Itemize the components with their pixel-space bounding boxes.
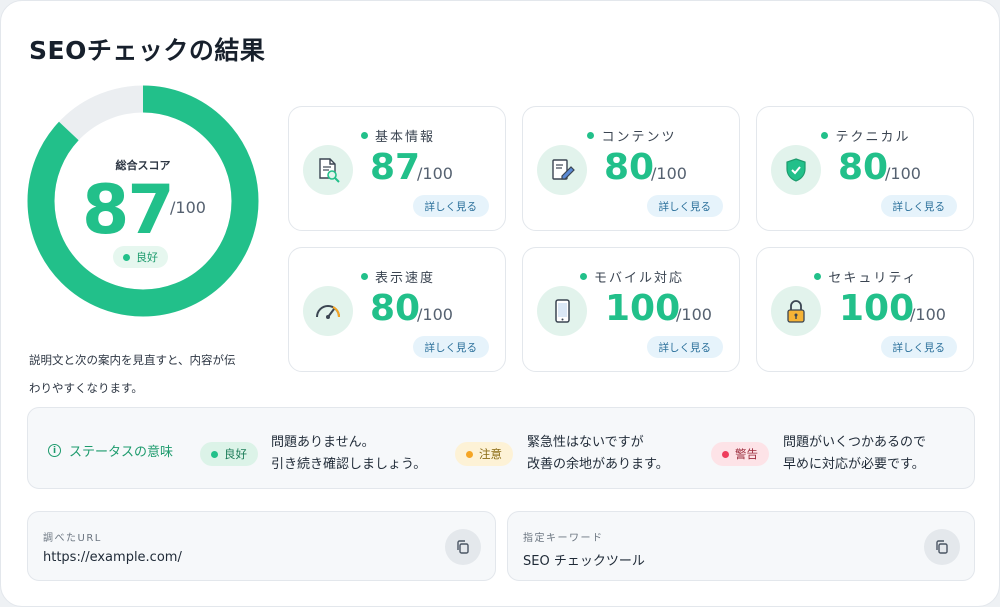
- url-label: 調べたURL: [43, 533, 102, 544]
- status-description-good: 問題ありません。 引き続き確認しましょう。: [271, 432, 426, 476]
- metric-title-text: モバイル対応: [593, 271, 684, 286]
- metric-score: 100: [839, 288, 915, 329]
- copy-url-button[interactable]: [445, 529, 481, 565]
- checked-url-box: 調べたURL https://example.com/: [27, 511, 496, 581]
- status-pill-label: 良好: [224, 447, 247, 461]
- info-icon: i: [48, 444, 61, 457]
- metric-title-text: 基本情報: [374, 130, 435, 145]
- status-dot-icon: [211, 450, 218, 458]
- metric-tile-mobile: モバイル対応 100 /100 詳しく見る: [522, 247, 740, 372]
- overall-status-text: 良好: [136, 251, 158, 264]
- copy-icon: [936, 540, 948, 554]
- speedometer-icon: [303, 286, 353, 336]
- description-line: 問題がいくつかあるので: [783, 435, 927, 450]
- overall-score-ring: 総合スコア 87 /100 良好: [27, 85, 259, 317]
- page-title: SEOチェックの結果: [29, 36, 266, 65]
- status-dot-icon: [814, 273, 822, 280]
- metric-max: /100: [676, 305, 712, 324]
- document-search-icon: [303, 145, 353, 195]
- status-dot-icon: [821, 132, 829, 139]
- metric-tile-content: コンテンツ 80 /100 詳しく見る: [522, 106, 740, 231]
- status-description-warning: 問題がいくつかあるので 早めに対応が必要です。: [783, 432, 926, 476]
- overall-score-max: /100: [170, 198, 206, 217]
- metric-score: 80: [370, 288, 421, 329]
- metric-title: 表示速度: [289, 267, 507, 286]
- status-dot-icon: [360, 273, 368, 280]
- metric-title-text: 表示速度: [374, 271, 435, 286]
- lock-icon: [771, 286, 821, 336]
- overall-score-value: 87: [82, 171, 175, 250]
- status-pill-label: 注意: [479, 447, 502, 461]
- status-pill-good: 良好: [200, 442, 258, 466]
- metric-title: テクニカル: [757, 126, 975, 145]
- metric-title-text: セキュリティ: [828, 271, 918, 286]
- status-dot-icon: [579, 273, 587, 280]
- metric-tile-speed: 表示速度 80 /100 詳しく見る: [288, 247, 506, 372]
- metric-title-text: コンテンツ: [601, 130, 677, 145]
- legend-title: i ステータスの意味: [48, 441, 173, 460]
- description-line: 早めに対応が必要です。: [783, 457, 925, 472]
- keyword-box: 指定キーワード SEO チェックツール: [507, 511, 975, 581]
- status-dot-icon: [722, 450, 729, 458]
- status-dot-icon: [360, 132, 368, 139]
- details-button[interactable]: 詳しく見る: [646, 195, 723, 217]
- metric-tile-basic-info: 基本情報 87 /100 詳しく見る: [288, 106, 506, 231]
- metric-max: /100: [417, 164, 453, 183]
- details-button[interactable]: 詳しく見る: [880, 195, 957, 217]
- shield-check-icon: [771, 145, 821, 195]
- document-edit-icon: [537, 145, 587, 195]
- keyword-value: SEO チェックツール: [523, 554, 645, 569]
- details-button[interactable]: 詳しく見る: [880, 336, 957, 358]
- metric-score: 80: [604, 147, 655, 188]
- status-pill-caution: 注意: [455, 442, 513, 466]
- legend-title-text: ステータスの意味: [69, 445, 174, 460]
- smartphone-icon: [537, 286, 587, 336]
- explanation-line-2: わりやすくなります。: [29, 381, 143, 395]
- status-dot-icon: [466, 450, 473, 458]
- metric-max: /100: [910, 305, 946, 324]
- metric-title-text: テクニカル: [835, 130, 911, 145]
- metric-max: /100: [417, 305, 453, 324]
- metric-max: /100: [885, 164, 921, 183]
- description-line: 改善の余地があります。: [527, 457, 669, 472]
- description-line: 問題ありません。: [271, 435, 375, 450]
- status-pill-warning: 警告: [711, 442, 769, 466]
- description-line: 緊急性はないですが: [527, 435, 644, 450]
- status-legend: i ステータスの意味 良好 問題ありません。 引き続き確認しましょう。 注意 緊…: [27, 407, 975, 489]
- details-button[interactable]: 詳しく見る: [646, 336, 723, 358]
- overall-status-badge: 良好: [113, 246, 168, 268]
- description-line: 引き続き確認しましょう。: [271, 457, 427, 472]
- status-dot-icon: [587, 132, 595, 139]
- details-button[interactable]: 詳しく見る: [412, 195, 489, 217]
- metric-title: 基本情報: [289, 126, 507, 145]
- keyword-label: 指定キーワード: [523, 533, 604, 544]
- metric-title: モバイル対応: [523, 267, 741, 286]
- metric-score: 87: [370, 147, 421, 188]
- ring-center: 総合スコア 87 /100 良好: [27, 85, 259, 317]
- details-button[interactable]: 詳しく見る: [412, 336, 489, 358]
- copy-keyword-button[interactable]: [924, 529, 960, 565]
- metric-title: セキュリティ: [757, 267, 975, 286]
- explanation-text: 説明文と次の案内を見直すと、内容が伝 わりやすくなります。: [29, 346, 269, 402]
- metric-max: /100: [651, 164, 687, 183]
- url-value: https://example.com/: [43, 550, 182, 565]
- metric-score: 80: [838, 147, 889, 188]
- status-pill-label: 警告: [735, 447, 758, 461]
- copy-icon: [457, 540, 469, 554]
- status-dot-icon: [123, 253, 130, 261]
- seo-result-card: SEOチェックの結果 総合スコア 87 /100 良好 説明文と次の案内を見直す…: [0, 0, 1000, 607]
- metric-title: コンテンツ: [523, 126, 741, 145]
- status-description-caution: 緊急性はないですが 改善の余地があります。: [527, 432, 669, 476]
- explanation-line-1: 説明文と次の案内を見直すと、内容が伝: [29, 353, 236, 367]
- metric-tile-security: セキュリティ 100 /100 詳しく見る: [756, 247, 974, 372]
- metric-tile-technical: テクニカル 80 /100 詳しく見る: [756, 106, 974, 231]
- metric-score: 100: [605, 288, 681, 329]
